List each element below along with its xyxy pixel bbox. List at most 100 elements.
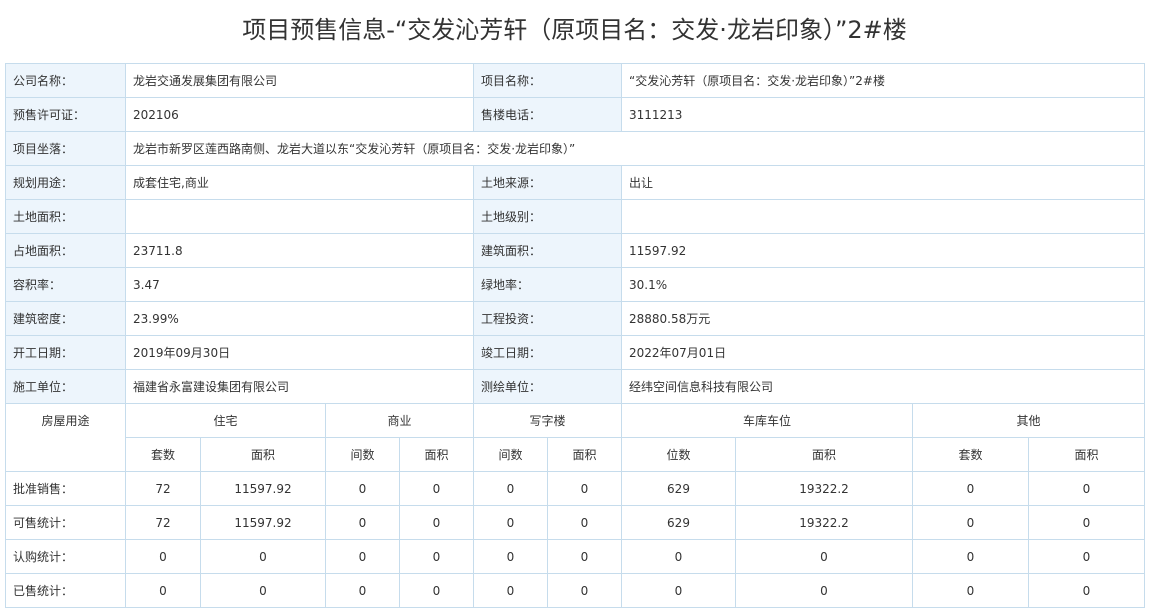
- info-row: 施工单位： 福建省永富建设集团有限公司 测绘单位： 经纬空间信息科技有限公司: [5, 369, 1145, 404]
- field-label: 公司名称：: [5, 63, 126, 98]
- info-row: 项目坐落： 龙岩市新罗区莲西路南侧、龙岩大道以东“交发沁芳轩（原项目名：交发·龙…: [5, 131, 1145, 166]
- usage-cell: 629: [621, 505, 736, 540]
- field-label: 竣工日期：: [473, 335, 622, 370]
- field-value: 成套住宅,商业: [125, 165, 474, 200]
- info-row: 土地面积： 土地级别：: [5, 199, 1145, 234]
- field-value: 福建省永富建设集团有限公司: [125, 369, 474, 404]
- field-label: 项目坐落：: [5, 131, 126, 166]
- field-value: 23.99%: [125, 301, 474, 336]
- usage-row-subscribed: 认购统计： 0 0 0 0 0 0 0 0 0 0: [5, 539, 1145, 574]
- field-value: 23711.8: [125, 233, 474, 268]
- field-value: [125, 199, 474, 234]
- field-label: 建筑密度：: [5, 301, 126, 336]
- usage-cell: 11597.92: [200, 471, 326, 506]
- usage-row-available: 可售统计： 72 11597.92 0 0 0 0 629 19322.2 0 …: [5, 505, 1145, 540]
- field-value: 202106: [125, 97, 474, 132]
- usage-group-header: 车库车位: [621, 403, 913, 438]
- usage-cell: 0: [325, 573, 400, 608]
- usage-cell: 0: [473, 573, 548, 608]
- usage-group-header: 其他: [912, 403, 1145, 438]
- usage-corner-label: 房屋用途: [5, 403, 126, 472]
- usage-cell: 0: [125, 573, 201, 608]
- field-value: “交发沁芳轩（原项目名：交发·龙岩印象）”2#楼: [621, 63, 1145, 98]
- field-label: 土地级别：: [473, 199, 622, 234]
- usage-subheader-row: 套数 面积 间数 面积 间数 面积 位数 面积 套数 面积: [6, 437, 1145, 472]
- usage-subheader: 套数: [912, 437, 1029, 472]
- usage-subheader: 面积: [1028, 437, 1145, 472]
- field-label: 工程投资：: [473, 301, 622, 336]
- field-label: 开工日期：: [5, 335, 126, 370]
- usage-subheader: 面积: [547, 437, 622, 472]
- usage-cell: 0: [1028, 505, 1145, 540]
- field-label: 测绘单位：: [473, 369, 622, 404]
- field-label: 售楼电话：: [473, 97, 622, 132]
- info-row: 预售许可证： 202106 售楼电话： 3111213: [5, 97, 1145, 132]
- usage-cell: 0: [200, 573, 326, 608]
- field-value: 30.1%: [621, 267, 1145, 302]
- usage-cell: 0: [325, 539, 400, 574]
- field-label: 预售许可证：: [5, 97, 126, 132]
- usage-cell: 0: [912, 539, 1029, 574]
- usage-row-label: 可售统计：: [5, 505, 126, 540]
- info-row: 建筑密度： 23.99% 工程投资： 28880.58万元: [5, 301, 1145, 336]
- usage-group-header: 写字楼: [473, 403, 622, 438]
- field-value: [621, 199, 1145, 234]
- usage-cell: 19322.2: [735, 471, 913, 506]
- usage-cell: 0: [912, 573, 1029, 608]
- field-label: 施工单位：: [5, 369, 126, 404]
- field-value: 龙岩市新罗区莲西路南侧、龙岩大道以东“交发沁芳轩（原项目名：交发·龙岩印象）”: [125, 131, 1145, 166]
- field-label: 项目名称：: [473, 63, 622, 98]
- field-label: 绿地率：: [473, 267, 622, 302]
- usage-subheader: 面积: [200, 437, 326, 472]
- usage-subheader: 面积: [399, 437, 474, 472]
- usage-group-header: 商业: [325, 403, 474, 438]
- usage-subheader: 面积: [735, 437, 913, 472]
- usage-cell: 0: [1028, 539, 1145, 574]
- usage-group-header-row: 房屋用途 住宅 商业 写字楼 车库车位 其他: [5, 403, 1145, 472]
- usage-cell: 0: [621, 539, 736, 574]
- usage-group-header: 住宅: [125, 403, 326, 438]
- usage-cell: 11597.92: [200, 505, 326, 540]
- usage-cell: 0: [399, 539, 474, 574]
- usage-subheader: 位数: [621, 437, 736, 472]
- info-row: 开工日期： 2019年09月30日 竣工日期： 2022年07月01日: [5, 335, 1145, 370]
- field-label: 建筑面积：: [473, 233, 622, 268]
- field-value: 3111213: [621, 97, 1145, 132]
- field-value: 经纬空间信息科技有限公司: [621, 369, 1145, 404]
- usage-subheader: 间数: [325, 437, 400, 472]
- usage-cell: 0: [547, 573, 622, 608]
- field-value: 11597.92: [621, 233, 1145, 268]
- usage-cell: 0: [325, 471, 400, 506]
- usage-cell: 0: [325, 505, 400, 540]
- presale-info-table: 公司名称： 龙岩交通发展集团有限公司 项目名称： “交发沁芳轩（原项目名：交发·…: [5, 63, 1145, 608]
- usage-cell: 0: [912, 471, 1029, 506]
- usage-subheader: 套数: [125, 437, 201, 472]
- usage-cell: 629: [621, 471, 736, 506]
- page-title: 项目预售信息-“交发沁芳轩（原项目名：交发·龙岩印象）”2#楼: [242, 16, 907, 44]
- usage-cell: 0: [473, 539, 548, 574]
- usage-cell: 0: [399, 573, 474, 608]
- usage-cell: 0: [547, 505, 622, 540]
- field-value: 2019年09月30日: [125, 335, 474, 370]
- field-label: 占地面积：: [5, 233, 126, 268]
- usage-cell: 0: [547, 471, 622, 506]
- usage-cell: 0: [200, 539, 326, 574]
- field-label: 规划用途：: [5, 165, 126, 200]
- usage-subheader: 间数: [473, 437, 548, 472]
- usage-row-sold: 已售统计： 0 0 0 0 0 0 0 0 0 0: [5, 573, 1145, 608]
- field-label: 土地面积：: [5, 199, 126, 234]
- field-value: 28880.58万元: [621, 301, 1145, 336]
- usage-cell: 0: [125, 539, 201, 574]
- info-row: 容积率： 3.47 绿地率： 30.1%: [5, 267, 1145, 302]
- usage-row-label: 批准销售：: [5, 471, 126, 506]
- info-row: 规划用途： 成套住宅,商业 土地来源： 出让: [5, 165, 1145, 200]
- usage-cell: 0: [473, 505, 548, 540]
- usage-cell: 19322.2: [735, 505, 913, 540]
- usage-cell: 0: [399, 505, 474, 540]
- usage-cell: 0: [1028, 573, 1145, 608]
- usage-cell: 0: [547, 539, 622, 574]
- usage-row-approved: 批准销售： 72 11597.92 0 0 0 0 629 19322.2 0 …: [5, 471, 1145, 506]
- usage-cell: 0: [473, 471, 548, 506]
- usage-cell: 0: [1028, 471, 1145, 506]
- usage-cell: 72: [125, 505, 201, 540]
